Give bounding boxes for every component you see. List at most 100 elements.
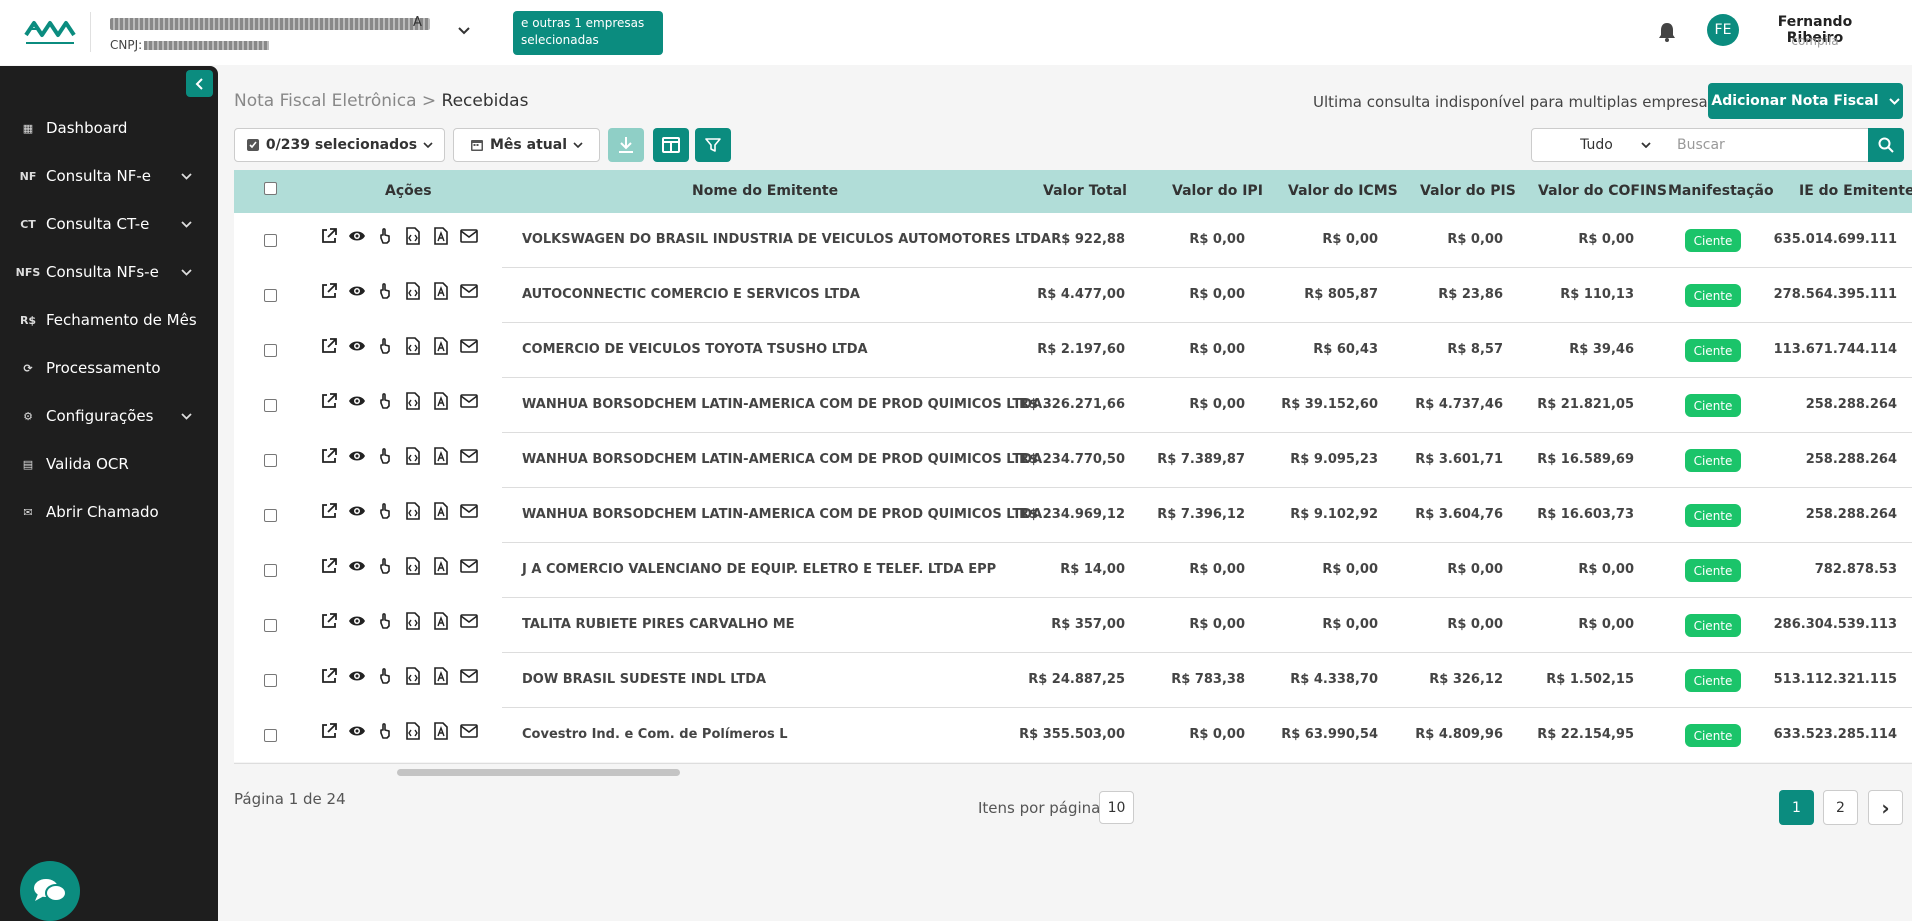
eye-icon[interactable]	[348, 667, 366, 685]
hand-pointer-icon[interactable]	[376, 502, 394, 520]
chevron-down-icon[interactable]	[181, 268, 192, 276]
table-row[interactable]: DOW BRASIL SUDESTE INDL LTDA R$ 24.887,25…	[234, 653, 1912, 708]
sidebar-item-1[interactable]: ▦ Dashboard	[0, 108, 218, 148]
row-checkbox[interactable]	[264, 234, 277, 247]
select-all-checkbox[interactable]	[264, 182, 277, 195]
table-row[interactable]: WANHUA BORSODCHEM LATIN-AMERICA COM DE P…	[234, 378, 1912, 433]
open-external-icon[interactable]	[320, 557, 338, 575]
open-external-icon[interactable]	[320, 227, 338, 245]
chevron-down-icon[interactable]	[181, 172, 192, 180]
xml-file-icon[interactable]	[404, 337, 422, 355]
header-cofins[interactable]: Valor do COFINS	[1538, 183, 1667, 199]
xml-file-icon[interactable]	[404, 502, 422, 520]
email-icon[interactable]	[460, 282, 478, 300]
header-ipi[interactable]: Valor do IPI	[1172, 183, 1263, 199]
row-checkbox[interactable]	[264, 289, 277, 302]
eye-icon[interactable]	[348, 612, 366, 630]
company-chevron-down-icon[interactable]	[458, 24, 470, 39]
pdf-file-icon[interactable]	[432, 667, 450, 685]
open-external-icon[interactable]	[320, 447, 338, 465]
hand-pointer-icon[interactable]	[376, 392, 394, 410]
pdf-file-icon[interactable]	[432, 227, 450, 245]
pdf-file-icon[interactable]	[432, 612, 450, 630]
email-icon[interactable]	[460, 447, 478, 465]
pdf-file-icon[interactable]	[432, 392, 450, 410]
eye-icon[interactable]	[348, 447, 366, 465]
open-external-icon[interactable]	[320, 337, 338, 355]
pdf-file-icon[interactable]	[432, 722, 450, 740]
pdf-file-icon[interactable]	[432, 337, 450, 355]
search-button[interactable]	[1868, 128, 1904, 162]
avatar[interactable]: FE	[1707, 14, 1739, 46]
email-icon[interactable]	[460, 612, 478, 630]
search-input[interactable]: Buscar	[1661, 128, 1869, 162]
page-button-1[interactable]: 1	[1779, 790, 1814, 825]
eye-icon[interactable]	[348, 557, 366, 575]
open-external-icon[interactable]	[320, 502, 338, 520]
period-dropdown[interactable]: Mês atual	[453, 128, 600, 162]
table-row[interactable]: J A COMERCIO VALENCIANO DE EQUIP. ELETRO…	[234, 543, 1912, 598]
multi-company-badge[interactable]: e outras 1 empresas selecionadas	[513, 11, 663, 55]
columns-button[interactable]	[653, 128, 689, 162]
eye-icon[interactable]	[348, 227, 366, 245]
chat-support-button[interactable]	[20, 861, 80, 921]
sidebar-item-9[interactable]: ✉ Abrir Chamado	[0, 492, 218, 532]
eye-icon[interactable]	[348, 282, 366, 300]
row-checkbox[interactable]	[264, 619, 277, 632]
breadcrumb-parent[interactable]: Nota Fiscal Eletrônica	[234, 91, 416, 111]
open-external-icon[interactable]	[320, 667, 338, 685]
email-icon[interactable]	[460, 722, 478, 740]
email-icon[interactable]	[460, 557, 478, 575]
row-checkbox[interactable]	[264, 564, 277, 577]
email-icon[interactable]	[460, 502, 478, 520]
selection-dropdown[interactable]: 0/239 selecionados	[234, 128, 445, 162]
search-scope-select[interactable]: Tudo	[1531, 128, 1662, 162]
xml-file-icon[interactable]	[404, 447, 422, 465]
open-external-icon[interactable]	[320, 392, 338, 410]
header-issuer[interactable]: Nome do Emitente	[692, 183, 838, 199]
hand-pointer-icon[interactable]	[376, 282, 394, 300]
table-row[interactable]: TALITA RUBIETE PIRES CARVALHO ME R$ 357,0…	[234, 598, 1912, 653]
hand-pointer-icon[interactable]	[376, 227, 394, 245]
table-row[interactable]: VOLKSWAGEN DO BRASIL INDUSTRIA DE VEICUL…	[234, 213, 1912, 268]
sidebar-collapse-button[interactable]	[186, 70, 213, 97]
add-invoice-button[interactable]: Adicionar Nota Fiscal	[1708, 83, 1903, 119]
per-page-select[interactable]: 10	[1099, 791, 1134, 824]
xml-file-icon[interactable]	[404, 227, 422, 245]
chevron-down-icon[interactable]	[181, 220, 192, 228]
bell-icon[interactable]	[1657, 21, 1677, 43]
header-ie[interactable]: IE do Emitente	[1799, 183, 1912, 199]
sidebar-item-3[interactable]: CT Consulta CT-e	[0, 204, 218, 244]
sidebar-item-5[interactable]: R$ Fechamento de Mês	[0, 300, 218, 340]
open-external-icon[interactable]	[320, 612, 338, 630]
header-icms[interactable]: Valor do ICMS	[1288, 183, 1398, 199]
email-icon[interactable]	[460, 667, 478, 685]
row-checkbox[interactable]	[264, 344, 277, 357]
hand-pointer-icon[interactable]	[376, 722, 394, 740]
download-button[interactable]	[608, 128, 644, 162]
xml-file-icon[interactable]	[404, 282, 422, 300]
header-total[interactable]: Valor Total	[1043, 183, 1127, 199]
table-row[interactable]: Covestro Ind. e Com. de Polímeros L R$ 35…	[234, 708, 1912, 762]
next-page-button[interactable]: ›	[1868, 790, 1903, 825]
chevron-down-icon[interactable]	[181, 412, 192, 420]
hand-pointer-icon[interactable]	[376, 557, 394, 575]
email-icon[interactable]	[460, 337, 478, 355]
sidebar-item-8[interactable]: ▤ Valida OCR	[0, 444, 218, 484]
sidebar-item-6[interactable]: ⟳ Processamento	[0, 348, 218, 388]
email-icon[interactable]	[460, 227, 478, 245]
row-checkbox[interactable]	[264, 454, 277, 467]
header-manifest[interactable]: Manifestação	[1668, 183, 1774, 199]
pdf-file-icon[interactable]	[432, 282, 450, 300]
xml-file-icon[interactable]	[404, 557, 422, 575]
email-icon[interactable]	[460, 392, 478, 410]
header-pis[interactable]: Valor do PIS	[1420, 183, 1516, 199]
app-logo-icon[interactable]	[24, 15, 78, 49]
company-selector[interactable]: A CNPJ:	[110, 14, 430, 52]
row-checkbox[interactable]	[264, 674, 277, 687]
table-row[interactable]: AUTOCONNECTIC COMERCIO E SERVICOS LTDA R$…	[234, 268, 1912, 323]
table-row[interactable]: WANHUA BORSODCHEM LATIN-AMERICA COM DE P…	[234, 488, 1912, 543]
eye-icon[interactable]	[348, 337, 366, 355]
sidebar-item-7[interactable]: ⚙ Configurações	[0, 396, 218, 436]
xml-file-icon[interactable]	[404, 392, 422, 410]
